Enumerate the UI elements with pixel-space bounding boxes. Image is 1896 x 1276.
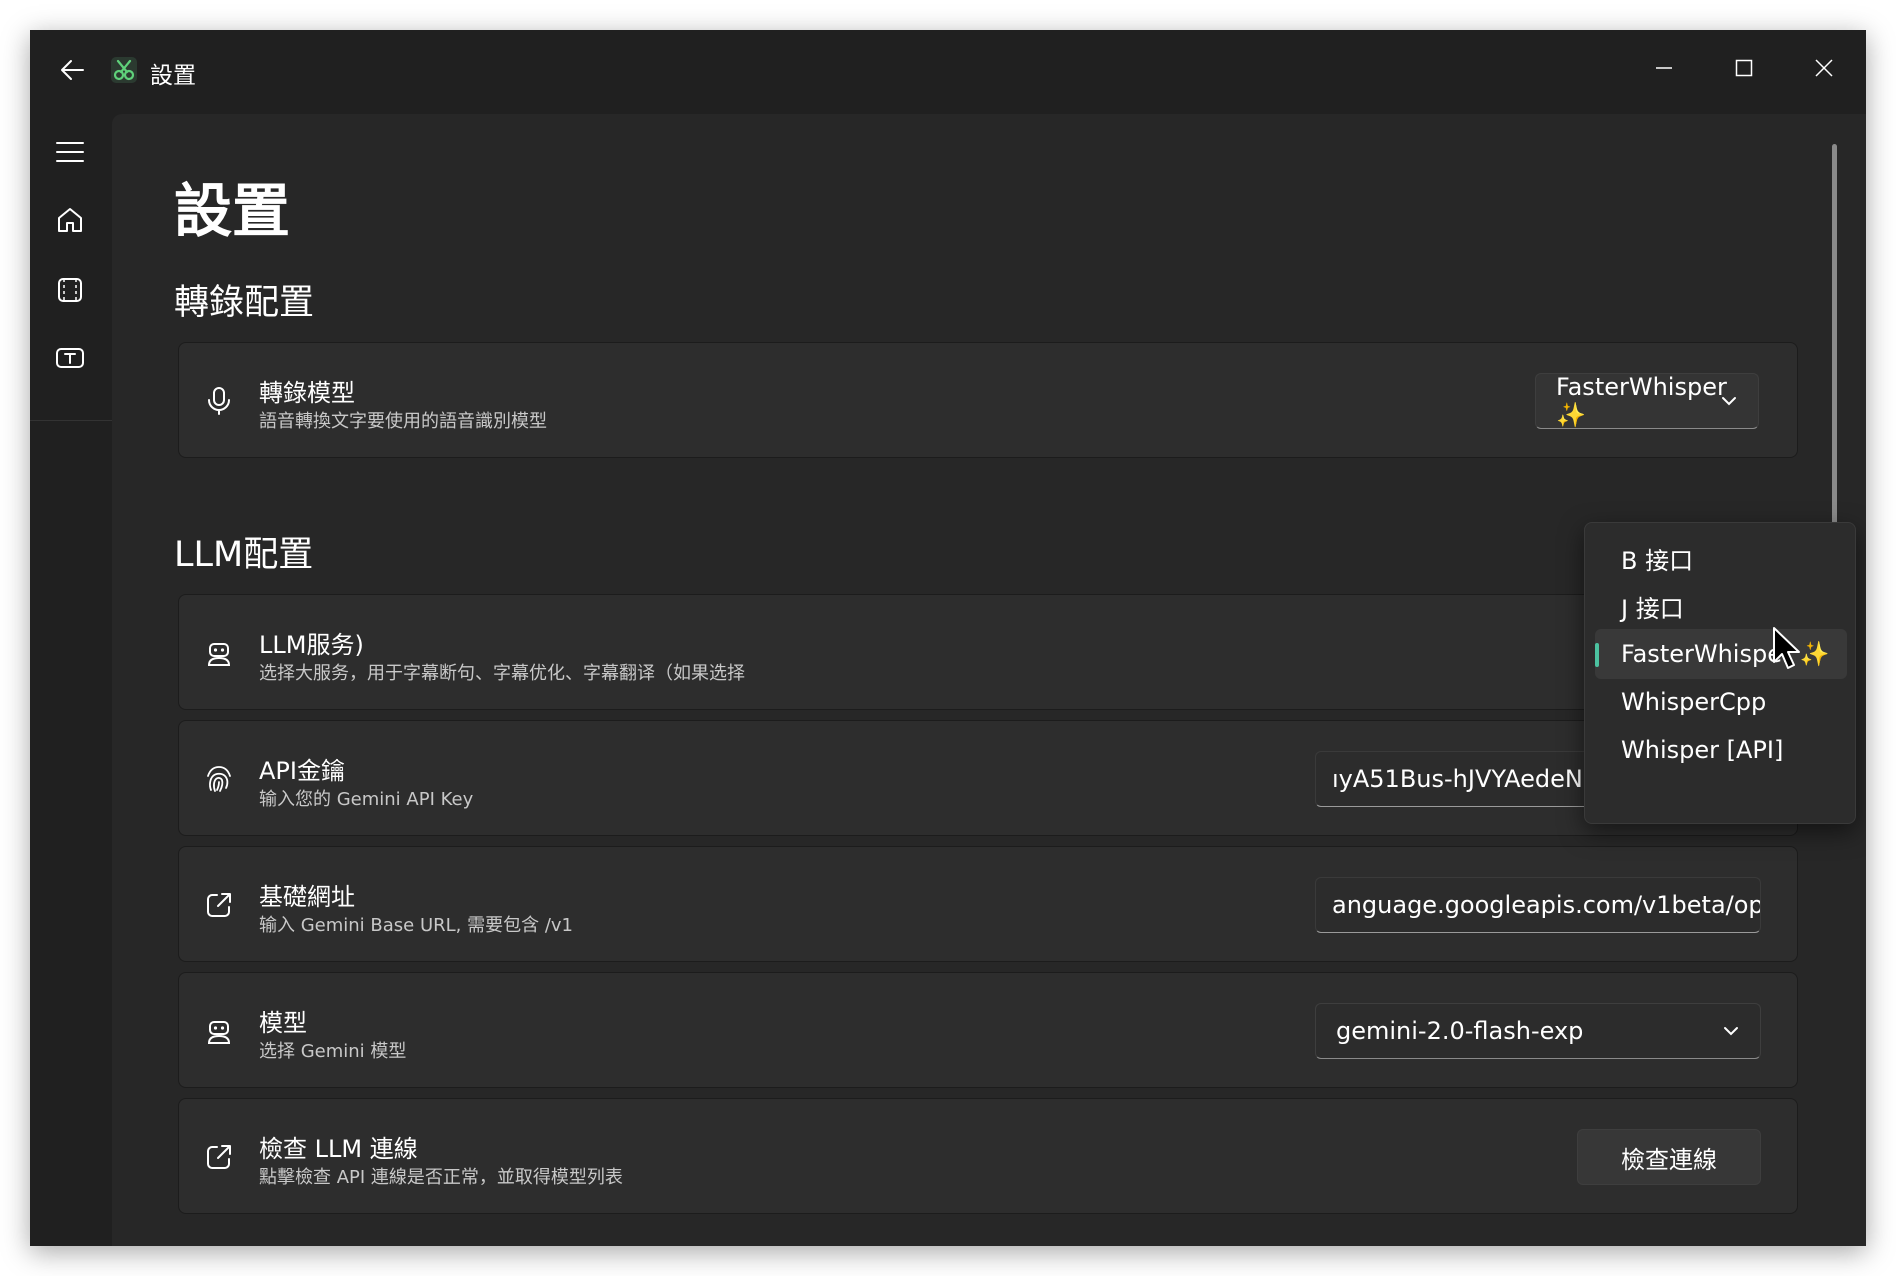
hamburger-icon [56,142,84,162]
dropdown-option[interactable]: Whisper [API] [1595,725,1847,775]
minimize-button[interactable] [1640,48,1688,88]
chevron-down-icon [1724,1027,1738,1036]
app-window: 設置 設置 轉錄配置 轉錄模型 語音轉換文字要使用的語音識別模型 FasterW… [30,30,1866,1246]
setting-title: LLM服务) [259,631,364,659]
microphone-icon [199,381,239,421]
transcription-model-dropdown: B 接口 J 接口 FasterWhisper ✨ WhisperCpp Whi… [1584,522,1856,824]
close-button[interactable] [1800,48,1848,88]
setting-title: 基礎網址 [259,883,355,911]
select-value: gemini-2.0-flash-exp [1336,1017,1584,1045]
selection-indicator [1595,643,1599,667]
setting-title: 檢查 LLM 連線 [259,1135,418,1163]
setting-description: 語音轉換文字要使用的語音識別模型 [259,411,547,432]
settings-content: 設置 轉錄配置 轉錄模型 語音轉換文字要使用的語音識別模型 FasterWhis… [112,114,1866,1246]
setting-description: 输入您的 Gemini API Key [259,789,474,810]
setting-title: 轉錄模型 [259,379,355,407]
llm-model-card: 模型 选择 Gemini 模型 gemini-2.0-flash-exp [178,972,1798,1088]
page-title: 設置 [174,177,291,245]
setting-description: 选择 Gemini 模型 [259,1041,407,1062]
nav-video[interactable] [42,262,98,318]
robot-icon [199,633,239,673]
dropdown-option[interactable]: B 接口 [1595,533,1847,583]
back-button[interactable] [52,50,92,90]
maximize-icon [1735,59,1753,77]
robot-icon [199,1011,239,1051]
app-logo-icon [110,56,138,84]
home-icon [58,208,82,232]
nav-home[interactable] [42,192,98,248]
title-bar: 設置 [30,30,1866,110]
text-box-icon [56,348,84,368]
sidebar-divider [30,420,112,421]
minimize-icon [1656,67,1672,69]
base-url-input[interactable]: anguage.googleapis.com/v1beta/openai/ [1315,877,1761,933]
menu-toggle-button[interactable] [42,124,98,180]
chevron-down-icon [1722,397,1736,406]
dropdown-option[interactable]: J 接口 [1595,581,1847,631]
mouse-cursor-icon [1772,626,1804,672]
maximize-button[interactable] [1720,48,1768,88]
fingerprint-icon [199,759,239,799]
check-connection-button[interactable]: 檢查連線 [1577,1129,1761,1185]
check-connection-card: 檢查 LLM 連線 點擊檢查 API 連線是否正常，並取得模型列表 檢查連線 [178,1098,1798,1214]
setting-title: API金鑰 [259,757,345,785]
setting-title: 模型 [259,1009,307,1037]
film-icon [58,278,82,302]
window-title: 設置 [150,63,196,89]
nav-subtitle[interactable] [42,330,98,386]
close-icon [1815,59,1833,77]
external-link-icon [199,1137,239,1177]
navigation-sidebar [30,110,112,1246]
section-title-llm: LLM配置 [174,535,314,575]
api-key-card: API金鑰 输入您的 Gemini API Key ıyA51Bus-hJVYA… [178,720,1798,836]
setting-description: 选择大服务，用于字幕断句、字幕优化、字幕翻译（如果选择 [259,663,745,684]
transcription-model-select[interactable]: FasterWhisper ✨ [1535,373,1759,429]
setting-description: 點擊檢查 API 連線是否正常，並取得模型列表 [259,1167,623,1188]
back-arrow-icon [61,60,84,80]
vertical-scrollbar[interactable] [1832,144,1837,554]
dropdown-option[interactable]: WhisperCpp [1595,677,1847,727]
transcription-model-card: 轉錄模型 語音轉換文字要使用的語音識別模型 FasterWhisper ✨ [178,342,1798,458]
dropdown-option-selected[interactable]: FasterWhisper ✨ [1595,629,1847,679]
llm-service-card: LLM服务) 选择大服务，用于字幕断句、字幕优化、字幕翻译（如果选择 [178,594,1798,710]
external-link-icon [199,885,239,925]
setting-description: 输入 Gemini Base URL, 需要包含 /v1 [259,915,574,936]
llm-model-select[interactable]: gemini-2.0-flash-exp [1315,1003,1761,1059]
section-title-transcription: 轉錄配置 [174,283,315,323]
base-url-card: 基礎網址 输入 Gemini Base URL, 需要包含 /v1 anguag… [178,846,1798,962]
